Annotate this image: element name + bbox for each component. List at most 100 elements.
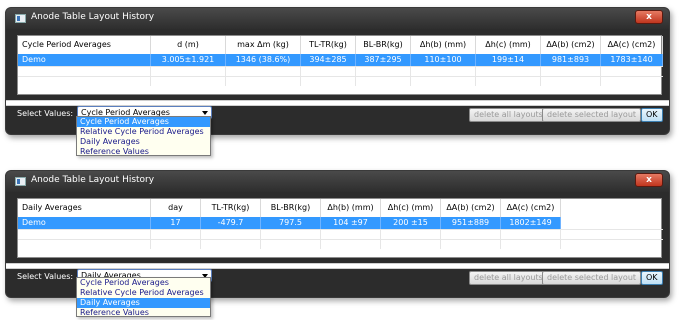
empty-cell xyxy=(226,77,301,86)
delete-all-layouts-button[interactable]: delete all layouts xyxy=(469,271,548,285)
ok-button[interactable]: OK xyxy=(641,108,663,122)
empty-cell xyxy=(321,230,381,239)
delete-selected-layout-button[interactable]: delete selected layout xyxy=(542,271,642,285)
column-header[interactable]: BL-BR(kg) xyxy=(356,36,411,54)
empty-cell xyxy=(301,77,356,86)
empty-cell xyxy=(261,240,321,249)
select-values-dropdown-list: Cycle Period Averages Relative Cycle Per… xyxy=(76,116,211,156)
dropdown-option[interactable]: Reference Values xyxy=(77,308,210,318)
dropdown-option[interactable]: Relative Cycle Period Averages xyxy=(77,288,210,298)
empty-cell xyxy=(151,67,226,76)
column-header[interactable]: ΔA(b) (cm2) xyxy=(541,36,601,54)
empty-cell xyxy=(476,67,541,76)
empty-cell xyxy=(321,240,381,249)
title-bar[interactable]: Anode Table Layout History x xyxy=(6,8,669,29)
table-header: Daily Averages day TL-TR(kg) BL-BR(kg) Δ… xyxy=(18,199,661,217)
empty-cell xyxy=(541,67,601,76)
table-cell: 394±285 xyxy=(301,54,356,66)
empty-cell xyxy=(18,230,151,239)
table-header: Cycle Period Averages d (m) max Δm (kg) … xyxy=(18,36,663,54)
empty-cell xyxy=(441,230,501,239)
app-window-icon xyxy=(15,177,26,186)
empty-cell xyxy=(411,67,476,76)
column-header[interactable]: Δh(c) (mm) xyxy=(381,199,441,217)
column-header[interactable]: BL-BR(kg) xyxy=(261,199,321,217)
table-row[interactable]: Demo 17 -479.7 797.5 104 ±97 200 ±15 951… xyxy=(18,217,561,229)
close-button[interactable]: x xyxy=(635,10,663,24)
table-cell: 110±100 xyxy=(411,54,476,66)
empty-row xyxy=(18,229,663,239)
ok-button[interactable]: OK xyxy=(641,271,663,285)
table-cell: Demo xyxy=(18,54,151,66)
empty-cell xyxy=(381,240,441,249)
empty-cell xyxy=(201,230,261,239)
empty-cell xyxy=(501,240,561,249)
empty-cell xyxy=(18,240,151,249)
table-cell: 3.005±1.921 xyxy=(151,54,226,66)
table-cell: 797.5 xyxy=(261,217,321,229)
dropdown-option[interactable]: Relative Cycle Period Averages xyxy=(77,127,210,137)
select-values-dropdown-list: Cycle Period Averages Relative Cycle Per… xyxy=(76,277,211,317)
close-button[interactable]: x xyxy=(635,173,663,187)
empty-cell xyxy=(501,230,561,239)
column-header[interactable]: ΔA(b) (cm2) xyxy=(441,199,501,217)
window-title: Anode Table Layout History xyxy=(31,12,155,22)
empty-cell xyxy=(476,77,541,86)
select-values-label: Select Values: xyxy=(17,109,74,118)
column-header[interactable]: TL-TR(kg) xyxy=(201,199,261,217)
empty-cell xyxy=(201,240,261,249)
column-header[interactable]: ΔA(c) (cm2) xyxy=(501,199,561,217)
column-header[interactable]: Δh(b) (mm) xyxy=(321,199,381,217)
empty-cell xyxy=(151,230,201,239)
select-values-label: Select Values: xyxy=(17,272,74,281)
empty-row xyxy=(18,239,663,249)
column-header[interactable]: max Δm (kg) xyxy=(226,36,301,54)
column-header[interactable]: d (m) xyxy=(151,36,226,54)
layout-table: Daily Averages day TL-TR(kg) BL-BR(kg) Δ… xyxy=(17,198,663,258)
delete-selected-layout-button[interactable]: delete selected layout xyxy=(542,108,642,122)
column-header[interactable]: Daily Averages xyxy=(18,199,151,217)
empty-row xyxy=(18,66,663,76)
app-window-icon xyxy=(15,14,26,23)
table-cell: 1346 (38.6%) xyxy=(226,54,301,66)
dropdown-option[interactable]: Reference Values xyxy=(77,147,210,157)
table-row[interactable]: Demo 3.005±1.921 1346 (38.6%) 394±285 38… xyxy=(18,54,663,66)
empty-cell xyxy=(356,67,411,76)
column-header[interactable]: Δh(c) (mm) xyxy=(476,36,541,54)
empty-row xyxy=(18,76,663,86)
empty-cell xyxy=(261,230,321,239)
empty-cell xyxy=(381,230,441,239)
table-cell: 387±295 xyxy=(356,54,411,66)
dropdown-option[interactable]: Daily Averages xyxy=(77,137,210,147)
table-cell: 17 xyxy=(151,217,201,229)
column-header[interactable]: Δh(b) (mm) xyxy=(411,36,476,54)
dropdown-option[interactable]: Cycle Period Averages xyxy=(77,117,210,127)
dropdown-option[interactable]: Daily Averages xyxy=(77,298,210,308)
delete-all-layouts-button[interactable]: delete all layouts xyxy=(469,108,548,122)
empty-cell xyxy=(356,77,411,86)
empty-cell xyxy=(151,77,226,86)
column-header[interactable]: day xyxy=(151,199,201,217)
table-cell: 981±893 xyxy=(541,54,601,66)
empty-cell xyxy=(18,77,151,86)
empty-cell xyxy=(151,240,201,249)
empty-cell xyxy=(226,67,301,76)
column-header[interactable]: ΔA(c) (cm2) xyxy=(601,36,663,54)
empty-cell xyxy=(18,67,151,76)
table-cell: 951±889 xyxy=(441,217,501,229)
table-cell: 200 ±15 xyxy=(381,217,441,229)
title-bar[interactable]: Anode Table Layout History x xyxy=(6,171,669,192)
layout-table: Cycle Period Averages d (m) max Δm (kg) … xyxy=(17,35,663,95)
table-cell: 104 ±97 xyxy=(321,217,381,229)
table-cell: Demo xyxy=(18,217,151,229)
table-cell: 199±14 xyxy=(476,54,541,66)
empty-cell xyxy=(541,77,601,86)
column-header[interactable]: Cycle Period Averages xyxy=(18,36,151,54)
dropdown-option[interactable]: Cycle Period Averages xyxy=(77,278,210,288)
empty-cell xyxy=(441,240,501,249)
empty-cell xyxy=(301,67,356,76)
table-cell: 1783±140 xyxy=(601,54,663,66)
dropdown-arrow-icon[interactable] xyxy=(202,111,208,115)
empty-cell xyxy=(411,77,476,86)
column-header[interactable]: TL-TR(kg) xyxy=(301,36,356,54)
